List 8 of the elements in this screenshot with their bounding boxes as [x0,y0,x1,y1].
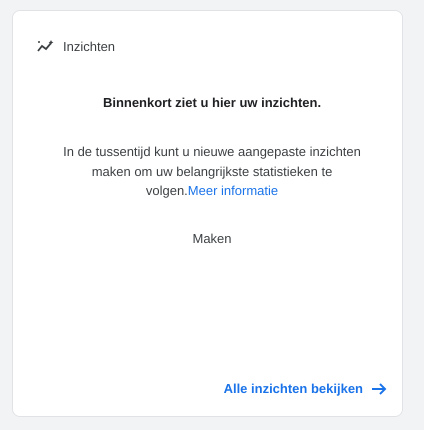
card-title: Inzichten [63,38,116,54]
view-all-link[interactable]: Alle inzichten bekijken [224,377,387,400]
arrow-right-icon [371,382,387,394]
sparkle-trend-icon [37,40,55,52]
create-button[interactable]: Maken [182,224,242,252]
card-heading: Binnenkort ziet u hier uw inzichten. [102,95,322,110]
card-description: In de tussentijd kunt u nieuwe aangepaste inzichten maken om uw belangrijkste statistieken te volgen.Meer informatie [62,143,362,200]
learn-more-link[interactable]: Meer informatie [188,183,278,198]
